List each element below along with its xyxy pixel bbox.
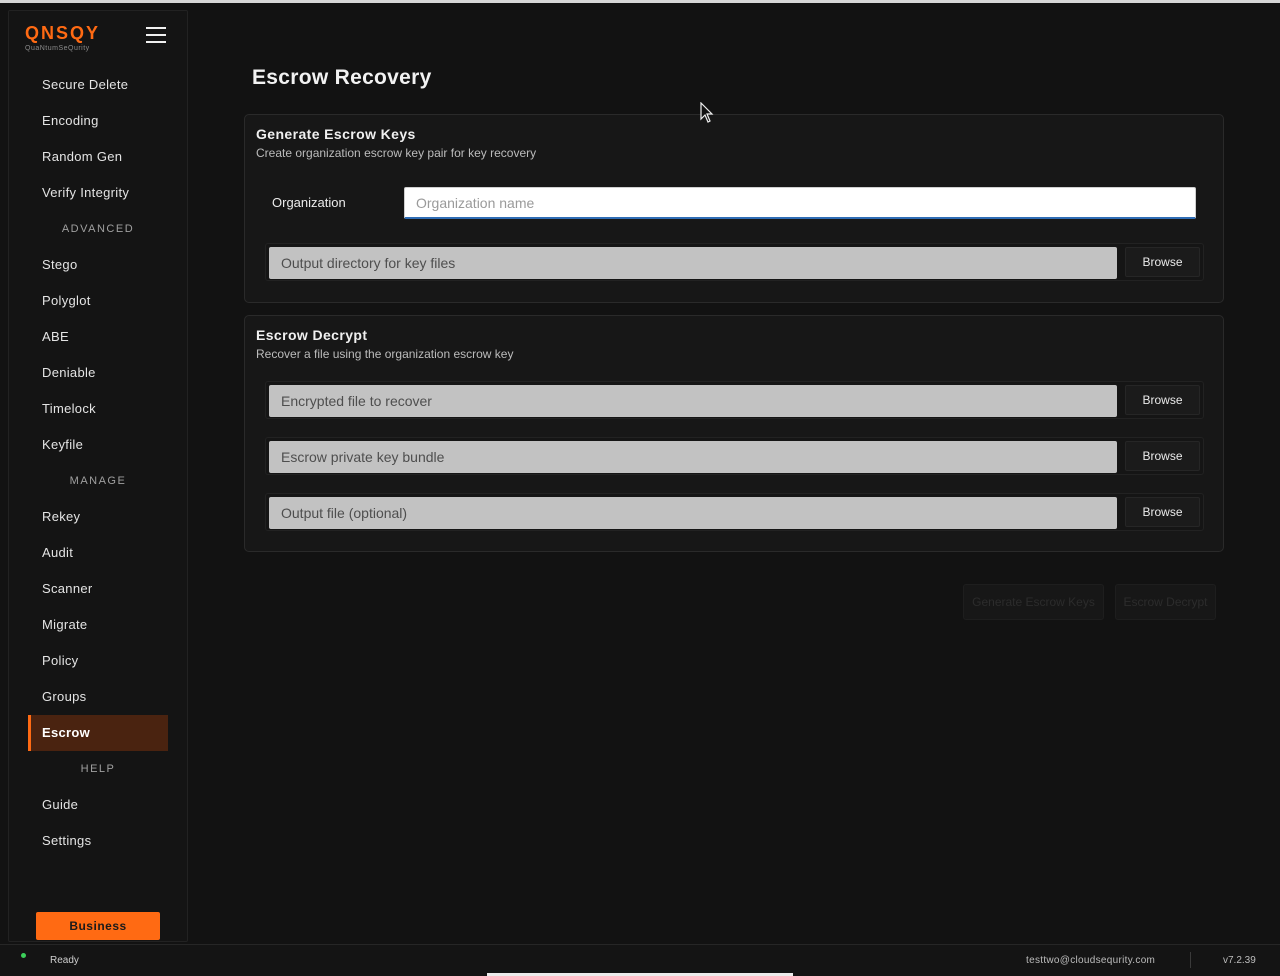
escrow-decrypt-card: Escrow Decrypt Recover a file using the … — [244, 315, 1224, 552]
sidebar-item-policy[interactable]: Policy — [28, 643, 168, 679]
sidebar-nav: Secure Delete Encoding Random Gen Verify… — [9, 67, 187, 859]
generate-escrow-keys-button[interactable]: Generate Escrow Keys — [963, 584, 1104, 620]
sidebar-item-polyglot[interactable]: Polyglot — [28, 283, 168, 319]
browse-output-file-button[interactable]: Browse — [1125, 497, 1200, 527]
card-title: Generate Escrow Keys — [256, 126, 416, 142]
card-subtitle: Create organization escrow key pair for … — [256, 146, 537, 160]
sidebar-section-help: HELP — [80, 763, 116, 775]
status-divider — [1190, 952, 1191, 968]
private-key-row: Browse — [265, 437, 1204, 475]
sidebar-section-manage: MANAGE — [69, 475, 127, 487]
card-subtitle: Recover a file using the organization es… — [256, 347, 514, 361]
menu-toggle-icon[interactable] — [146, 27, 166, 45]
card-title: Escrow Decrypt — [256, 327, 368, 343]
sidebar-section-advanced: ADVANCED — [61, 223, 135, 235]
sidebar-item-abe[interactable]: ABE — [28, 319, 168, 355]
sidebar-item-rekey[interactable]: Rekey — [28, 499, 168, 535]
status-online-icon — [21, 953, 26, 958]
escrow-decrypt-button[interactable]: Escrow Decrypt — [1115, 584, 1216, 620]
status-bar: Ready testtwo@cloudsequrity.com v7.2.39 — [0, 944, 1280, 976]
sidebar-item-random-gen[interactable]: Random Gen — [28, 139, 168, 175]
sidebar-item-settings[interactable]: Settings — [28, 823, 168, 859]
sidebar-item-encoding[interactable]: Encoding — [28, 103, 168, 139]
sidebar-item-stego[interactable]: Stego — [28, 247, 168, 283]
encrypted-file-input[interactable] — [269, 385, 1117, 417]
status-version: v7.2.39 — [1223, 955, 1256, 966]
sidebar-item-groups[interactable]: Groups — [28, 679, 168, 715]
sidebar-item-verify-integrity[interactable]: Verify Integrity — [28, 175, 168, 211]
generate-escrow-keys-card: Generate Escrow Keys Create organization… — [244, 114, 1224, 303]
organization-label: Organization — [272, 195, 346, 210]
mouse-cursor-icon — [700, 102, 714, 123]
browse-encrypted-file-button[interactable]: Browse — [1125, 385, 1200, 415]
browse-output-directory-button[interactable]: Browse — [1125, 247, 1200, 277]
sidebar-item-scanner[interactable]: Scanner — [28, 571, 168, 607]
logo-text: QNSQY — [25, 23, 101, 43]
sidebar-item-deniable[interactable]: Deniable — [28, 355, 168, 391]
organization-input[interactable] — [404, 187, 1196, 219]
browse-private-key-button[interactable]: Browse — [1125, 441, 1200, 471]
status-user-email: testtwo@cloudsequrity.com — [1026, 955, 1156, 966]
encrypted-file-row: Browse — [265, 381, 1204, 419]
sidebar-item-guide[interactable]: Guide — [28, 787, 168, 823]
sidebar-item-migrate[interactable]: Migrate — [28, 607, 168, 643]
sidebar-item-secure-delete[interactable]: Secure Delete — [28, 67, 168, 103]
sidebar: QNSQY QuaNtumSeQurity Secure Delete Enco… — [8, 10, 188, 942]
business-button[interactable]: Business — [36, 912, 160, 940]
output-directory-row: Browse — [265, 243, 1204, 281]
sidebar-item-keyfile[interactable]: Keyfile — [28, 427, 168, 463]
sidebar-item-audit[interactable]: Audit — [28, 535, 168, 571]
sidebar-item-escrow[interactable]: Escrow — [28, 715, 168, 751]
private-key-input[interactable] — [269, 441, 1117, 473]
sidebar-item-timelock[interactable]: Timelock — [28, 391, 168, 427]
app-logo: QNSQY QuaNtumSeQurity — [25, 23, 100, 52]
status-text: Ready — [50, 955, 79, 966]
output-file-row: Browse — [265, 493, 1204, 531]
logo-tagline: QuaNtumSeQurity — [25, 45, 90, 52]
output-file-input[interactable] — [269, 497, 1117, 529]
page-title: Escrow Recovery — [252, 66, 432, 89]
output-directory-input[interactable] — [269, 247, 1117, 279]
window-top-edge — [0, 0, 1280, 3]
